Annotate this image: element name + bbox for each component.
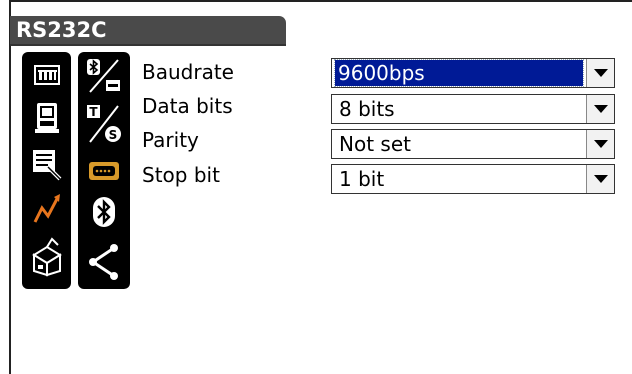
parity-value: Not set	[339, 132, 411, 156]
parity-dropdown-button[interactable]	[586, 130, 614, 158]
left-icon-column	[22, 52, 71, 289]
share-icon[interactable]	[86, 242, 122, 282]
survey-instrument-icon[interactable]	[32, 100, 62, 136]
chevron-down-icon	[593, 175, 608, 183]
screen: RS232C T S Baudrate Data bits Parity Sto…	[0, 0, 632, 374]
frame-top-border	[9, 0, 632, 2]
instrument-menu-icon[interactable]	[32, 62, 62, 88]
baudrate-dropdown-button[interactable]	[586, 59, 614, 87]
data-bits-label: Data bits	[142, 94, 233, 118]
chevron-down-icon	[593, 69, 608, 77]
data-bits-dropdown-button[interactable]	[586, 95, 614, 123]
baudrate-select[interactable]: 9600bps	[331, 58, 615, 88]
stop-bit-select[interactable]: 1 bit	[331, 164, 615, 194]
chevron-down-icon	[593, 105, 608, 113]
chevron-down-icon	[593, 140, 608, 148]
data-bits-select[interactable]: 8 bits	[331, 94, 615, 124]
baudrate-value: 9600bps	[334, 59, 584, 87]
frame-left-border	[9, 0, 11, 374]
bluetooth-icon[interactable]	[90, 195, 118, 229]
stop-bit-dropdown-button[interactable]	[586, 165, 614, 193]
svg-text:S: S	[109, 128, 118, 142]
parity-select[interactable]: Not set	[331, 129, 615, 159]
title-underline	[10, 44, 286, 46]
data-editing-icon[interactable]	[31, 148, 63, 182]
data-bits-value: 8 bits	[339, 97, 395, 121]
measurement-graph-icon[interactable]	[32, 192, 62, 226]
storage-box-icon[interactable]	[30, 237, 64, 277]
stop-bit-value: 1 bit	[339, 167, 385, 191]
svg-text:T: T	[89, 105, 98, 119]
parity-label: Parity	[142, 128, 199, 152]
baudrate-label: Baudrate	[142, 60, 234, 84]
rs232c-port-icon[interactable]	[86, 158, 122, 184]
t-s-toggle-icon[interactable]: T S	[84, 102, 124, 146]
window-title: RS232C	[10, 16, 286, 44]
stop-bit-label: Stop bit	[142, 163, 220, 187]
bluetooth-rs232c-toggle-icon[interactable]	[84, 56, 124, 96]
comm-icon-column: T S	[78, 52, 130, 289]
